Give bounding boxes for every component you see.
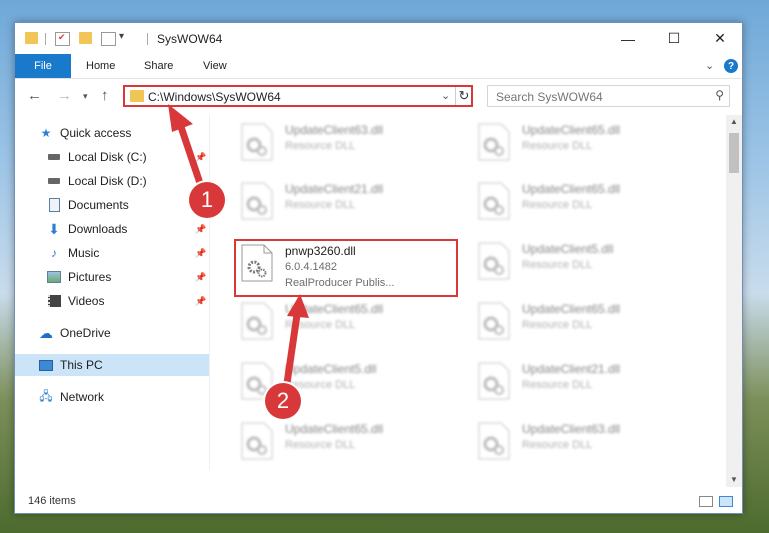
- step-badge-2: 2: [265, 383, 301, 419]
- step-badge-1: 1: [189, 182, 225, 218]
- annotation-arrows: [168, 104, 309, 401]
